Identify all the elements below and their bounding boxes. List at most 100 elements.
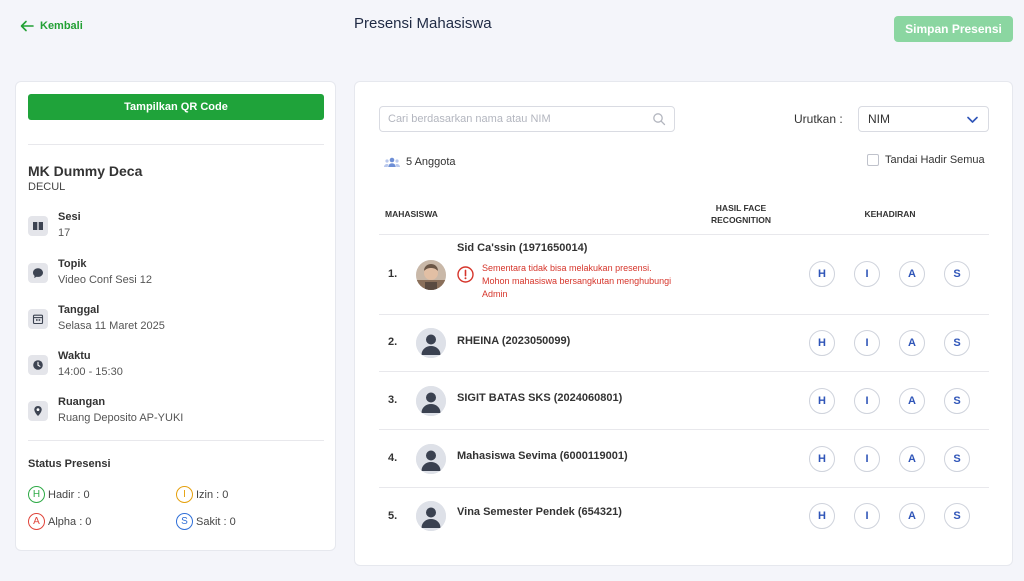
user-placeholder-icon	[416, 386, 446, 416]
attendance-present-button[interactable]: H	[809, 388, 835, 414]
attendance-sick-button[interactable]: S	[944, 446, 970, 472]
user-placeholder-icon	[416, 328, 446, 358]
student-name: Mahasiswa Sevima (6000119001)	[457, 450, 628, 462]
permit-badge: I	[176, 486, 193, 503]
attendance-permit-button[interactable]: I	[854, 330, 880, 356]
location-icon	[28, 401, 48, 421]
show-qr-code-button[interactable]: Tampilkan QR Code	[28, 94, 324, 120]
clock-icon	[28, 355, 48, 375]
attendance-sick-button[interactable]: S	[944, 261, 970, 287]
info-label: Topik	[58, 258, 87, 270]
course-code: DECUL	[28, 181, 66, 193]
session-info-panel: Tampilkan QR Code MK Dummy Deca DECUL Se…	[15, 81, 336, 551]
avatar	[416, 501, 446, 531]
status-label: Izin : 0	[196, 488, 229, 501]
alert-circle-icon	[457, 266, 474, 283]
arrow-left-icon	[20, 20, 34, 32]
info-label: Ruangan	[58, 396, 106, 408]
attendance-absent-button[interactable]: A	[899, 330, 925, 356]
status-label: Hadir : 0	[48, 488, 90, 501]
user-placeholder-icon	[416, 444, 446, 474]
member-count-label: 5 Anggota	[406, 156, 456, 168]
attendance-panel: Urutkan : NIM 5 Anggota Tandai Hadir Sem…	[354, 81, 1013, 566]
info-value: Ruang Deposito AP-YUKI	[58, 412, 184, 424]
row-number: 4.	[388, 452, 398, 464]
table-row: 2. RHEINA (2023050099) H I A S	[379, 315, 989, 371]
chevron-down-icon	[967, 116, 978, 123]
divider	[28, 144, 324, 145]
table-row: 5. Vina Semester Pendek (654321) H I A S	[379, 488, 989, 545]
sort-select[interactable]: NIM	[858, 106, 989, 132]
page-title: Presensi Mahasiswa	[354, 15, 492, 32]
back-label: Kembali	[40, 20, 83, 32]
info-label: Tanggal	[58, 304, 100, 316]
sort-value: NIM	[868, 112, 890, 126]
save-attendance-button[interactable]: Simpan Presensi	[894, 16, 1013, 42]
attendance-present-button[interactable]: H	[809, 446, 835, 472]
info-date: Tanggal Selasa 11 Maret 2025	[28, 303, 165, 334]
course-name: MK Dummy Deca	[28, 163, 143, 179]
back-link[interactable]: Kembali	[20, 19, 83, 33]
attendance-sick-button[interactable]: S	[944, 503, 970, 529]
attendance-absent-button[interactable]: A	[899, 261, 925, 287]
info-value: Video Conf Sesi 12	[58, 274, 152, 286]
attendance-absent-button[interactable]: A	[899, 446, 925, 472]
attendance-permit-button[interactable]: I	[854, 446, 880, 472]
status-present: H Hadir : 0	[28, 486, 90, 503]
search-box[interactable]	[379, 106, 675, 132]
student-name: Vina Semester Pendek (654321)	[457, 506, 622, 518]
chat-icon	[28, 263, 48, 283]
mark-all-label: Tandai Hadir Semua	[885, 154, 985, 166]
absent-badge: A	[28, 513, 45, 530]
row-number: 3.	[388, 394, 398, 406]
attendance-sick-button[interactable]: S	[944, 330, 970, 356]
student-name: SIGIT BATAS SKS (2024060801)	[457, 392, 623, 404]
presence-warning: Sementara tidak bisa melakukan presensi.…	[457, 262, 672, 301]
student-photo	[416, 260, 446, 290]
sort-label: Urutkan :	[794, 112, 843, 126]
avatar	[416, 328, 446, 358]
info-topic: Topik Video Conf Sesi 12	[28, 257, 152, 288]
attendance-sick-button[interactable]: S	[944, 388, 970, 414]
status-label: Sakit : 0	[196, 515, 236, 528]
calendar-icon	[28, 309, 48, 329]
attendance-present-button[interactable]: H	[809, 503, 835, 529]
search-input[interactable]	[388, 108, 658, 130]
attendance-absent-button[interactable]: A	[899, 503, 925, 529]
present-badge: H	[28, 486, 45, 503]
attendance-present-button[interactable]: H	[809, 330, 835, 356]
attendance-permit-button[interactable]: I	[854, 503, 880, 529]
info-value: 14:00 - 15:30	[58, 366, 123, 378]
info-value: 17	[58, 227, 71, 239]
sick-badge: S	[176, 513, 193, 530]
info-label: Waktu	[58, 350, 91, 362]
attendance-present-button[interactable]: H	[809, 261, 835, 287]
table-row: 3. SIGIT BATAS SKS (2024060801) H I A S	[379, 372, 989, 429]
warning-text: Sementara tidak bisa melakukan presensi.…	[482, 263, 672, 299]
mark-all-checkbox[interactable]	[867, 154, 879, 166]
status-sick: S Sakit : 0	[176, 513, 236, 530]
book-icon	[28, 216, 48, 236]
user-placeholder-icon	[416, 501, 446, 531]
table-row: 1. Sid Ca'ssin (1971650014) Sementara ti…	[379, 235, 989, 314]
avatar	[416, 444, 446, 474]
row-number: 2.	[388, 336, 398, 348]
attendance-absent-button[interactable]: A	[899, 388, 925, 414]
status-title: Status Presensi	[28, 458, 111, 470]
column-header-attendance: KEHADIRAN	[864, 209, 916, 219]
top-bar: Kembali Presensi Mahasiswa Simpan Presen…	[0, 0, 1024, 56]
attendance-permit-button[interactable]: I	[854, 261, 880, 287]
row-number: 5.	[388, 510, 398, 522]
search-icon[interactable]	[652, 112, 666, 126]
info-time: Waktu 14:00 - 15:30	[28, 349, 123, 380]
status-absent: A Alpha : 0	[28, 513, 91, 530]
row-number: 1.	[388, 268, 398, 280]
attendance-permit-button[interactable]: I	[854, 388, 880, 414]
student-name: Sid Ca'ssin (1971650014)	[457, 242, 588, 254]
column-header-face-recognition: HASIL FACE RECOGNITION	[711, 203, 771, 225]
table-row: 4. Mahasiswa Sevima (6000119001) H I A S	[379, 430, 989, 487]
divider	[28, 440, 324, 441]
member-count: 5 Anggota	[384, 156, 456, 168]
column-header-student: MAHASISWA	[385, 209, 438, 219]
mark-all-present[interactable]: Tandai Hadir Semua	[867, 154, 985, 166]
